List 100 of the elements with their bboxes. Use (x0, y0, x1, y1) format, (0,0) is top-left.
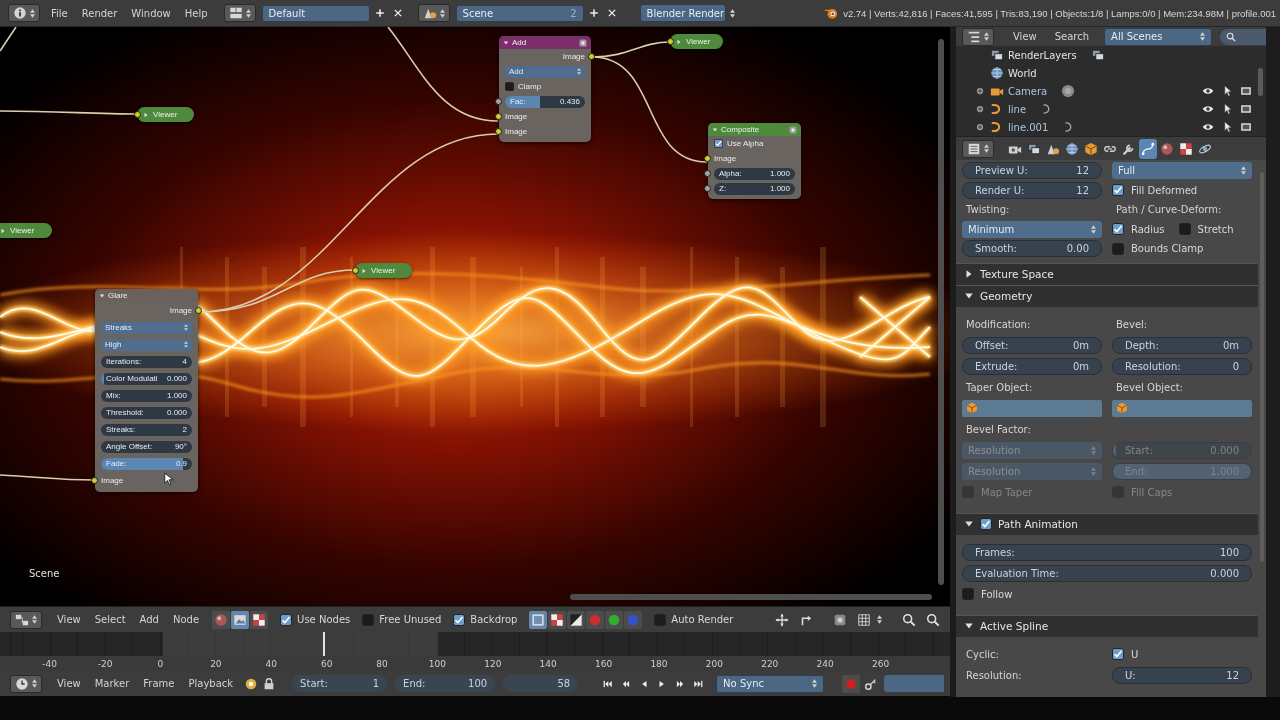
expand-icon[interactable] (975, 86, 985, 96)
outliner-row[interactable]: RenderLayers (956, 46, 1266, 64)
ring-icon[interactable] (244, 676, 259, 691)
dropdown[interactable]: Minimum (962, 220, 1102, 238)
move-arrows-icon[interactable] (775, 612, 790, 627)
menu-item[interactable]: View (1004, 31, 1046, 42)
checkbox[interactable] (1112, 242, 1124, 255)
panel-header[interactable]: Texture Space (956, 262, 1258, 285)
menu-item[interactable]: Help (177, 7, 215, 19)
number-field[interactable]: Depth: 0m (1112, 336, 1252, 354)
number-field[interactable]: Offset: 0m (962, 336, 1102, 354)
outliner-row[interactable]: Camera (956, 82, 1266, 100)
socket-icon[interactable] (134, 111, 141, 118)
node-dropdown[interactable]: High (101, 338, 192, 351)
editor-type-button[interactable] (10, 610, 42, 629)
panel-header[interactable]: Geometry (956, 284, 1258, 307)
checkbox[interactable] (1178, 223, 1191, 236)
node-header[interactable]: Add (499, 36, 591, 49)
menu-item[interactable]: View (50, 678, 88, 689)
tree-type-button[interactable] (250, 610, 269, 629)
checkbox[interactable] (962, 588, 974, 600)
editor-type-button[interactable] (10, 674, 42, 693)
socket-icon[interactable] (352, 267, 359, 274)
checkbox[interactable] (1112, 184, 1124, 197)
grid-icon[interactable] (857, 612, 872, 627)
socket-icon[interactable] (667, 38, 674, 45)
menu-item[interactable]: Playback (181, 678, 241, 689)
menu-item[interactable]: Render (74, 7, 125, 19)
menu-item[interactable]: Marker (87, 678, 137, 689)
menu-item[interactable]: View (50, 614, 88, 625)
keying-set-field[interactable] (884, 675, 945, 692)
node-link[interactable] (0, 27, 17, 52)
dot-square-icon[interactable] (789, 125, 797, 134)
tree-type-button[interactable] (231, 610, 250, 629)
menu-item[interactable]: Search (1045, 31, 1099, 42)
collapsed-node[interactable]: Viewer (355, 263, 412, 278)
number-field[interactable]: Evaluation Time: 0.000 (962, 564, 1252, 582)
number-field[interactable]: Streaks: 2 (101, 423, 192, 436)
socket-icon[interactable] (195, 307, 202, 314)
checkbox[interactable] (1112, 648, 1124, 660)
checkbox[interactable] (980, 518, 992, 530)
expand-icon[interactable] (975, 122, 985, 132)
search-field[interactable] (1220, 28, 1266, 45)
node-header[interactable]: Composite (708, 123, 801, 136)
number-field[interactable]: Threshold: 0.000 (101, 406, 192, 419)
outliner-row[interactable]: World (956, 64, 1266, 82)
number-field[interactable]: Extrude: 0m (962, 357, 1102, 375)
socket-icon[interactable] (588, 53, 595, 60)
number-field[interactable]: Mix: 1.000 (101, 389, 192, 402)
object-field[interactable] (1112, 399, 1252, 417)
current-frame-field[interactable]: 58 (503, 675, 579, 692)
arrow-pointer-icon[interactable] (1221, 103, 1233, 115)
editor-type-button[interactable] (962, 139, 994, 158)
screen-icon[interactable] (1240, 121, 1252, 133)
object-field[interactable] (962, 399, 1102, 417)
scrollbar[interactable] (1258, 68, 1263, 96)
disclosure-triangle-icon[interactable] (503, 39, 509, 46)
socket-icon[interactable] (495, 128, 502, 135)
screen-icon[interactable] (1240, 103, 1252, 115)
scrollbar[interactable] (938, 39, 944, 585)
scene-button[interactable] (417, 4, 450, 22)
menu-item[interactable]: Add (132, 614, 166, 625)
node-dropdown[interactable]: Add (505, 65, 585, 78)
panel-header[interactable]: Path Animation (956, 512, 1258, 535)
panel-header[interactable]: Active Spline (956, 614, 1258, 637)
number-field[interactable]: U: 12 (1112, 666, 1252, 684)
menu-item[interactable]: Node (165, 614, 207, 625)
checkbox[interactable] (654, 613, 667, 626)
disclosure-triangle-icon[interactable] (712, 126, 718, 133)
tree-type-button[interactable] (212, 610, 231, 629)
socket-icon[interactable] (495, 98, 502, 105)
slider-field[interactable]: Color Modulati 0.000 (101, 372, 192, 385)
number-field[interactable]: Resolution: 0 (1112, 357, 1252, 375)
arrow-pointer-icon[interactable] (1221, 121, 1233, 133)
display-mode-dropdown[interactable]: All Scenes (1104, 27, 1213, 46)
magnifier-icon[interactable] (926, 612, 941, 627)
socket-icon[interactable] (704, 170, 711, 177)
screen-layout-button[interactable] (223, 4, 256, 22)
node-header[interactable]: Glare (95, 289, 198, 302)
outliner-row[interactable]: line (956, 100, 1266, 118)
collapsed-node[interactable]: Viewer (137, 107, 194, 122)
outliner-row[interactable]: line.001 (956, 118, 1266, 136)
properties-tab[interactable] (1139, 138, 1157, 159)
number-field[interactable]: Alpha: 1.000 (714, 167, 795, 180)
checkbox[interactable] (505, 82, 514, 91)
eye-icon[interactable] (1202, 121, 1214, 133)
slider-field[interactable]: Fac: 0.436 (505, 95, 585, 108)
node-link[interactable] (387, 27, 499, 122)
expand-icon[interactable] (975, 104, 985, 114)
menu-item[interactable]: File (44, 7, 75, 19)
timeline-track[interactable] (0, 632, 950, 656)
checkbox[interactable] (280, 613, 293, 626)
scene-field[interactable]: Scene 2 (455, 4, 584, 22)
number-field[interactable]: Z: 1.000 (714, 182, 795, 195)
checkbox[interactable] (714, 139, 723, 148)
screen-icon[interactable] (1240, 85, 1252, 97)
menu-item[interactable]: Window (124, 7, 178, 19)
collapsed-node[interactable]: Viewer (670, 34, 723, 49)
start-frame-field[interactable]: Start: 1 (292, 675, 388, 692)
checkbox[interactable] (362, 613, 375, 626)
